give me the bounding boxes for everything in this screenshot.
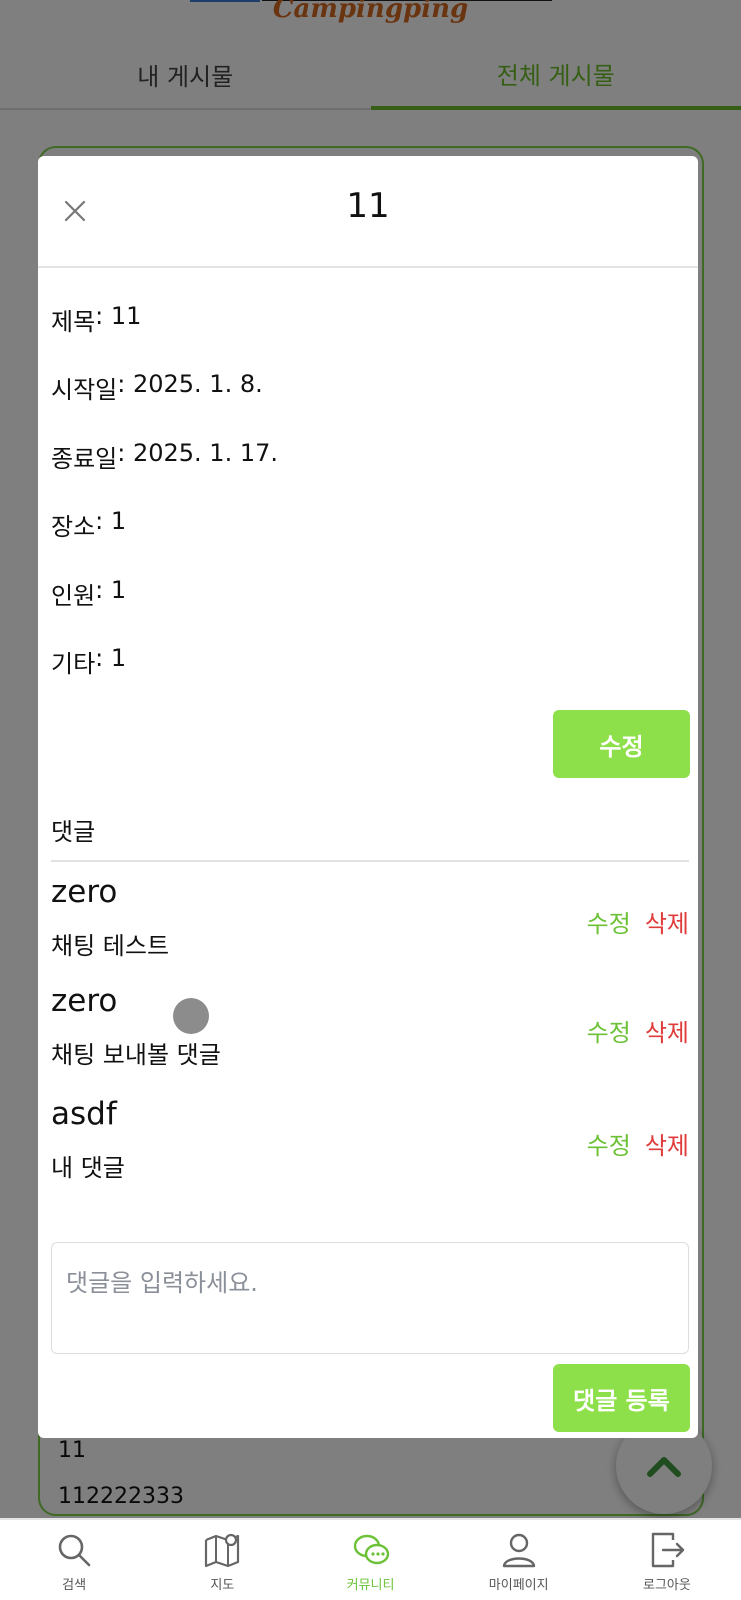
comment-actions: 수정 삭제 [587,1126,689,1161]
comment-text: 내 댓글 [51,1154,125,1182]
chat-icon [353,1534,389,1565]
comment-author: zero [51,983,118,1019]
comment-delete-button[interactable]: 삭제 [645,1013,689,1048]
nav-item-community[interactable]: 커뮤니티 [296,1520,444,1600]
bottom-nav: 검색 지도 커뮤니티 마이페이지 로그아웃 [0,1518,741,1600]
nav-label: 커뮤니티 [346,1578,395,1593]
nav-item-search[interactable]: 검색 [0,1520,148,1600]
detail-end-date: 종료일: 2025. 1. 17. [51,439,278,507]
comment-item: zero 채팅 보내볼 댓글 수정 삭제 [51,983,689,1093]
detail-title: 제목: 11 [51,302,278,370]
nav-label: 로그아웃 [642,1578,691,1593]
detail-value: 11 [110,302,142,330]
edit-post-button[interactable]: 수정 [553,710,690,778]
comment-delete-button[interactable]: 삭제 [645,904,689,939]
nav-label: 검색 [62,1578,87,1593]
touch-indicator [173,998,209,1034]
detail-start-date: 시작일: 2025. 1. 8. [51,370,278,438]
detail-label: 인원 [51,581,96,610]
map-icon [205,1533,240,1568]
comment-edit-button[interactable]: 수정 [587,1126,631,1161]
modal-title: 11 [346,186,390,226]
nav-label: 마이페이지 [488,1578,549,1593]
comment-text: 채팅 보내볼 댓글 [51,1041,221,1069]
comment-actions: 수정 삭제 [587,904,689,939]
comment-item: asdf 내 댓글 수정 삭제 [51,1096,689,1206]
comment-author: asdf [51,1096,117,1132]
detail-location: 장소: 1 [51,507,278,575]
detail-etc: 기타: 1 [51,644,278,712]
divider [51,860,689,862]
comment-text: 채팅 테스트 [51,932,170,960]
detail-people: 인원: 1 [51,576,278,644]
post-detail-list: 제목: 11 시작일: 2025. 1. 8. 종료일: 2025. 1. 17… [51,302,278,712]
comments-heading: 댓글 [51,818,96,846]
post-detail-modal: 11 제목: 11 시작일: 2025. 1. 8. 종료일: 2025. 1.… [38,156,698,1438]
logout-icon [651,1532,685,1568]
comment-actions: 수정 삭제 [587,1013,689,1048]
detail-value: 1 [110,643,127,672]
search-icon [58,1534,91,1567]
comment-input[interactable] [51,1242,689,1354]
detail-value: 2025. 1. 17. [132,438,278,467]
nav-item-map[interactable]: 지도 [148,1520,296,1600]
comment-delete-button[interactable]: 삭제 [645,1126,689,1161]
detail-value: 2025. 1. 8. [132,370,263,399]
detail-value: 1 [110,575,127,604]
submit-comment-button[interactable]: 댓글 등록 [553,1364,690,1432]
detail-value: 1 [110,507,127,536]
modal-header: 11 [38,156,698,268]
detail-label: 제목 [51,308,96,336]
detail-label: 종료일 [51,444,118,473]
user-icon [502,1533,535,1568]
comment-edit-button[interactable]: 수정 [587,1013,631,1048]
detail-label: 시작일 [51,376,118,405]
nav-item-mypage[interactable]: 마이페이지 [445,1520,593,1600]
comment-item: zero 채팅 테스트 수정 삭제 [51,874,689,984]
detail-label: 장소 [51,513,96,542]
nav-label: 지도 [210,1578,235,1593]
nav-item-logout[interactable]: 로그아웃 [593,1520,741,1600]
comment-edit-button[interactable]: 수정 [587,904,631,939]
detail-label: 기타 [51,649,96,678]
comment-author: zero [51,874,118,910]
